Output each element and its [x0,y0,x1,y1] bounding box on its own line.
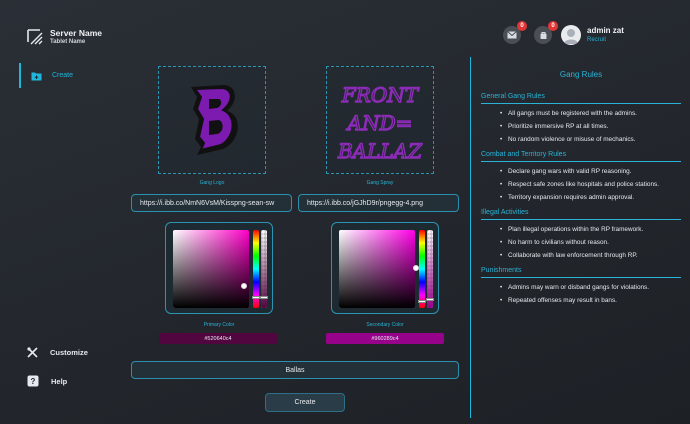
primary-color-handle[interactable] [241,283,247,289]
primary-color-caption: Primary Color [203,322,235,328]
primary-hue-slider[interactable] [252,230,260,308]
mail-badge: 0 [517,21,527,31]
sidebar-item-label: Customize [50,348,88,357]
secondary-color-picker[interactable] [331,222,439,314]
user-role: Recruit [587,37,607,43]
header-user-area: 0 0 admin zat Recruit [503,21,624,45]
rule-item: No harm to civilians without reason. [500,239,681,247]
sidebar-item-customize[interactable]: Customize [27,347,88,358]
gang-spray-caption: Gang Spray [366,180,394,186]
primary-color-picker[interactable] [165,222,273,314]
rules-section-title: General Gang Rules [481,93,681,104]
rule-item: Plan illegal operations within the RP fr… [500,226,681,234]
rule-item: Territory expansion requires admin appro… [500,194,681,202]
rules-section: Combat and Territory Rules Declare gang w… [481,151,681,202]
spray-url-input[interactable]: https://i.ibb.co/jGJhD9r/pngegg-4.png [298,194,459,212]
rules-section: Punishments Admins may warn or disband ga… [481,267,681,305]
tools-icon [27,347,38,358]
mail-button[interactable]: 0 [503,21,527,44]
rules-section-title: Combat and Territory Rules [481,151,681,162]
secondary-color-caption: Secondary Color [366,322,404,328]
primary-color-value[interactable]: #520640c4 [159,333,277,344]
sidebar-item-label: Create [52,72,74,79]
avatar[interactable] [561,25,581,45]
rules-list: All gangs must be registered with the ad… [481,110,681,144]
cart-button[interactable]: 0 [534,21,558,44]
rule-item: Respect safe zones like hospitals and po… [500,181,681,189]
folder-plus-icon [31,72,42,80]
rule-item: Collaborate with law enforcement through… [500,252,681,260]
gang-logo-caption: Gang Logo [199,180,225,186]
rules-list: Plan illegal operations within the RP fr… [481,226,681,260]
sidebar-item-create[interactable]: Create [19,63,109,88]
rules-section-title: Punishments [481,267,681,278]
secondary-saturation-area[interactable] [339,230,419,308]
panel-divider [470,57,471,418]
secondary-color-value[interactable]: #960289c4 [326,333,444,344]
svg-text:?: ? [31,377,36,386]
gang-spray-image: FRONT AND= BALLAZ [336,82,424,163]
gang-rules-panel: Gang Rules General Gang Rules All gangs m… [481,70,681,312]
create-button[interactable]: Create [265,393,345,412]
rule-item: Prioritize immersive RP at all times. [500,123,681,131]
sidebar-item-help[interactable]: ? Help [27,375,67,387]
gang-logo-preview[interactable] [158,66,266,174]
mail-icon [507,31,517,39]
user-avatar-icon [564,29,578,44]
primary-alpha-slider[interactable] [260,230,268,308]
primary-saturation-area[interactable] [173,230,249,308]
logo-url-input[interactable]: https://i.ibb.co/NmN6VsM/Kisspng-sean-sw [131,194,292,212]
gang-logo-image [191,85,238,155]
cart-icon [540,31,546,39]
brand: Server Name Tablet Name [26,28,102,46]
cart-badge: 0 [548,21,558,31]
gang-spray-preview[interactable]: FRONT AND= BALLAZ [326,66,434,174]
rule-item: No random violence or misuse of mechanic… [500,136,681,144]
rule-item: Declare gang wars with valid RP reasonin… [500,168,681,176]
rules-section: Illegal Activities Plan illegal operation… [481,209,681,260]
rules-list: Declare gang wars with valid RP reasonin… [481,168,681,202]
secondary-hue-slider[interactable] [418,230,426,308]
rules-section: General Gang Rules All gangs must be regi… [481,93,681,144]
rule-item: Repeated offenses may result in bans. [500,297,681,305]
tablet-name: Tablet Name [50,39,86,45]
rules-title: Gang Rules [559,70,603,79]
gang-name-input[interactable]: Ballas [131,361,459,379]
rule-item: Admins may warn or disband gangs for vio… [500,284,681,292]
server-name: Server Name [50,28,102,38]
spray-line-3: BALLAZ [337,139,423,163]
user-name: admin zat [587,26,624,35]
slash-square-logo-icon [27,29,43,45]
question-icon: ? [27,375,39,387]
spray-line-2: AND= [346,111,413,135]
rules-section-title: Illegal Activities [481,209,681,220]
spray-line-1: FRONT [341,83,420,107]
secondary-alpha-slider[interactable] [426,230,434,308]
rules-list: Admins may warn or disband gangs for vio… [481,284,681,305]
sidebar-item-label: Help [51,376,68,386]
rule-item: All gangs must be registered with the ad… [500,110,681,118]
